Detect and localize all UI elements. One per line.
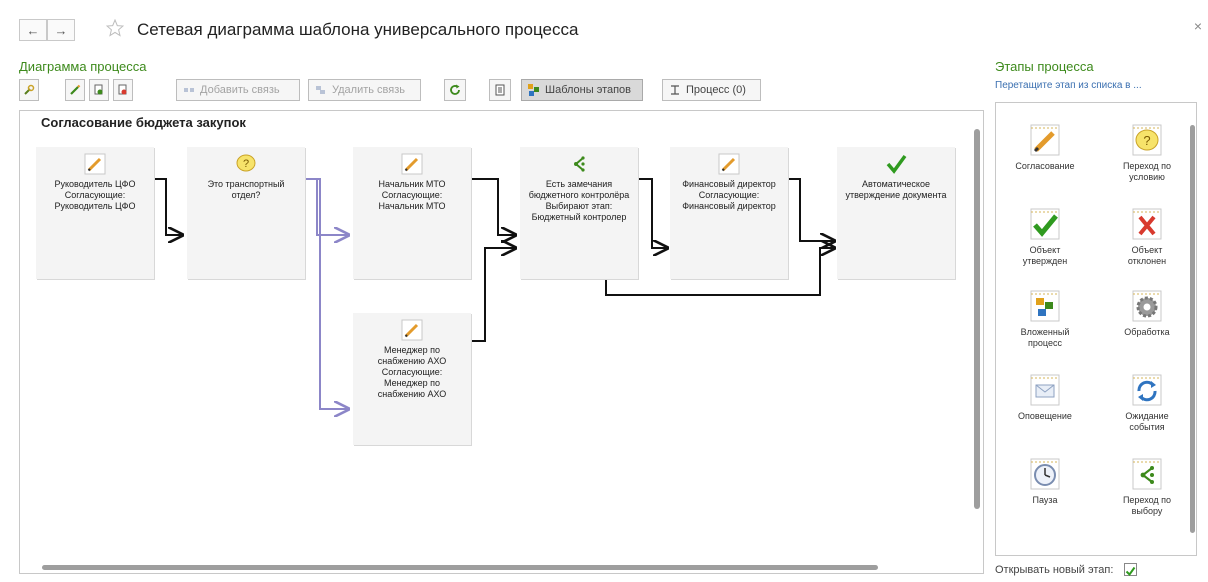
stage-node[interactable]: Автоматическое утверждение документа <box>837 147 955 279</box>
checkmark-icon <box>886 154 907 174</box>
add-link-button[interactable]: Добавить связь <box>176 79 300 101</box>
stage-node-label: Руководитель ЦФО Согласующие: Руководите… <box>54 179 136 211</box>
connector <box>788 178 834 241</box>
stage-template-condition[interactable]: ? Переход по условию <box>1102 123 1192 183</box>
checkmark-icon <box>1125 566 1136 577</box>
stage-node[interactable]: ? Это транспортный отдел? <box>187 147 305 279</box>
stage-template-label: Согласование <box>1015 161 1075 171</box>
stage-template-label: Ожидание события <box>1125 411 1169 432</box>
stage-template-nested-process[interactable]: Вложенный процесс <box>1000 289 1090 349</box>
horizontal-scrollbar[interactable] <box>22 563 972 572</box>
close-icon[interactable]: × <box>1194 18 1202 34</box>
stage-template-choice[interactable]: Переход по выбору <box>1102 457 1192 517</box>
stage-node[interactable]: Финансовый директор Согласующие: Финансо… <box>670 147 788 279</box>
edit-button[interactable] <box>65 79 85 101</box>
stage-node-label: Менеджер по снабжению АХО Согласующие: М… <box>377 345 447 399</box>
open-new-stage-label: Открывать новый этап: <box>995 564 1114 576</box>
palette-scrollbar[interactable] <box>1190 111 1195 545</box>
diagram-section-title: Диаграмма процесса <box>19 59 147 74</box>
connector <box>638 178 667 248</box>
forward-button[interactable]: → <box>47 19 75 41</box>
wrench-button[interactable] <box>19 79 39 101</box>
pencil-icon <box>1030 124 1060 156</box>
connector <box>155 178 182 235</box>
stage-template-wait-event[interactable]: Ожидание события <box>1102 373 1192 433</box>
delete-button[interactable] <box>113 79 133 101</box>
process-icon <box>671 85 679 95</box>
add-link-icon <box>184 88 194 92</box>
stage-template-processing[interactable]: Обработка <box>1102 289 1192 338</box>
remove-link-icon <box>316 86 325 94</box>
stage-template-notification[interactable]: Оповещение <box>1000 373 1090 422</box>
stage-templates-icon <box>528 84 539 96</box>
copy-doc-icon <box>94 84 103 95</box>
page-title: Сетевая диаграмма шаблона универсального… <box>137 20 579 39</box>
stages-panel-hint: Перетащите этап из списка в ... <box>995 80 1142 91</box>
back-button[interactable]: ← <box>19 19 47 41</box>
stages-panel-title: Этапы процесса <box>995 59 1094 74</box>
stage-node[interactable]: Менеджер по снабжению АХО Согласующие: М… <box>353 313 471 445</box>
stage-template-label: Объект отклонен <box>1127 245 1167 266</box>
refresh-button[interactable] <box>444 79 466 101</box>
stage-template-pause[interactable]: Пауза <box>1000 457 1090 506</box>
stage-template-label: Оповещение <box>1018 411 1072 421</box>
stage-node[interactable]: Есть замечания бюджетного контролёра Выб… <box>520 147 638 279</box>
pencil-icon <box>401 319 423 341</box>
stage-template-label: Переход по условию <box>1122 161 1172 182</box>
clock-icon <box>1030 458 1060 490</box>
connector <box>306 178 348 235</box>
stage-template-label: Объект утвержден <box>1022 245 1068 266</box>
delete-doc-icon <box>118 84 127 95</box>
connector <box>306 178 348 409</box>
fork-icon <box>1132 458 1162 490</box>
connector <box>471 178 515 235</box>
connector <box>471 248 515 342</box>
remove-link-button[interactable]: Удалить связь <box>308 79 421 101</box>
stage-template-label: Переход по выбору <box>1122 495 1172 516</box>
fork-icon <box>574 156 585 172</box>
svg-text:?: ? <box>243 158 249 170</box>
gear-icon <box>1132 290 1162 322</box>
stage-node-label: Финансовый директор Согласующие: Финансо… <box>682 179 776 211</box>
question-icon: ? <box>1132 124 1162 156</box>
horizontal-scrollbar-thumb[interactable] <box>42 565 878 570</box>
palette-scrollbar-thumb[interactable] <box>1190 125 1195 533</box>
list-doc-icon <box>495 84 505 96</box>
stage-node-label: Автоматическое утверждение документа <box>845 179 947 200</box>
svg-text:?: ? <box>1143 133 1150 148</box>
nested-process-icon <box>1030 290 1060 322</box>
process-button[interactable]: Процесс (0) <box>662 79 761 101</box>
stage-template-label: Обработка <box>1124 327 1170 337</box>
stage-node[interactable]: Руководитель ЦФО Согласующие: Руководите… <box>36 147 154 279</box>
stage-node-label: Есть замечания бюджетного контролёра Выб… <box>528 179 630 222</box>
stage-template-label: Пауза <box>1032 495 1058 505</box>
pencil-icon <box>70 84 81 95</box>
cross-icon <box>1132 208 1162 240</box>
stage-templates-button[interactable]: Шаблоны этапов <box>521 79 643 101</box>
pencil-icon <box>401 153 423 175</box>
open-new-stage-checkbox[interactable] <box>1124 563 1137 577</box>
vertical-scrollbar[interactable] <box>973 113 982 563</box>
process-diagram-canvas[interactable]: Согласование бюджета закупок Руководител… <box>19 110 984 574</box>
pencil-icon <box>718 153 740 175</box>
wrench-icon <box>24 84 35 95</box>
refresh-icon <box>450 84 460 95</box>
stage-template-approved[interactable]: Объект утвержден <box>1000 207 1090 267</box>
vertical-scrollbar-thumb[interactable] <box>974 129 980 509</box>
stage-template-label: Вложенный процесс <box>1020 327 1070 348</box>
list-button[interactable] <box>489 79 511 101</box>
stages-palette: Согласование ? Переход по условию Объект… <box>995 102 1197 556</box>
pencil-icon <box>84 153 106 175</box>
refresh-arrows-icon <box>1132 374 1162 406</box>
stage-template-rejected[interactable]: Объект отклонен <box>1102 207 1192 267</box>
question-icon: ? <box>236 154 256 172</box>
favorite-star-icon[interactable] <box>105 18 125 42</box>
stage-template-approval[interactable]: Согласование <box>1000 123 1090 172</box>
stage-node[interactable]: Начальник МТО Согласующие: Начальник МТО <box>353 147 471 279</box>
stage-node-label: Начальник МТО Согласующие: Начальник МТО <box>378 179 446 211</box>
copy-button[interactable] <box>89 79 109 101</box>
checkmark-icon <box>1030 208 1060 240</box>
stage-node-label: Это транспортный отдел? <box>207 179 285 200</box>
envelope-icon <box>1030 374 1060 406</box>
